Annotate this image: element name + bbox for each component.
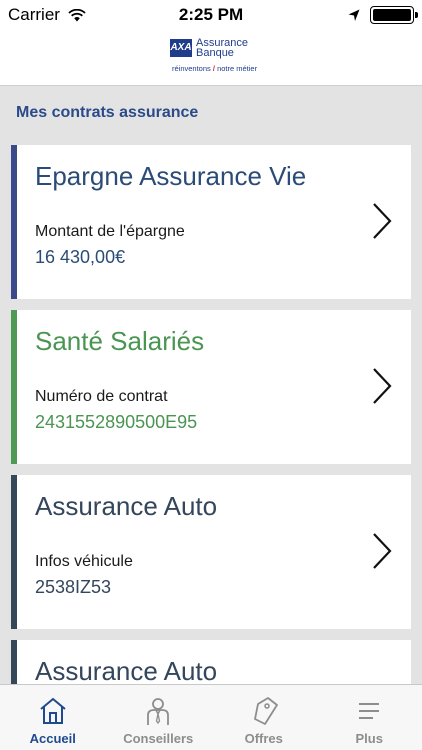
advisor-icon	[147, 698, 170, 725]
tab-label: Accueil	[29, 731, 76, 746]
contract-title: Assurance Auto	[35, 491, 218, 521]
logo-tagline: réinventons / notre métier	[172, 64, 258, 73]
chevron-right-icon[interactable]	[371, 366, 393, 406]
tag-icon	[253, 697, 278, 725]
app-header: AXA Assurance Banque réinventons / notre…	[0, 30, 422, 86]
contract-field-label: Montant de l'épargne	[35, 223, 185, 240]
chevron-right-icon[interactable]	[371, 201, 393, 241]
axa-logo-mark: AXA	[170, 39, 192, 57]
contract-field-label: Numéro de contrat	[35, 388, 168, 405]
contract-card-auto[interactable]: Assurance Auto Infos véhicule 2538IZ53	[11, 475, 411, 629]
tab-label: Conseillers	[123, 731, 194, 746]
location-arrow-icon	[348, 9, 360, 21]
contract-card-sante[interactable]: Santé Salariés Numéro de contrat 2431552…	[11, 310, 411, 464]
contract-field-value: 2538IZ53	[35, 577, 112, 597]
home-icon	[40, 697, 66, 724]
contract-field-value: 2431552890500E95	[35, 412, 198, 432]
contract-title: Epargne Assurance Vie	[35, 161, 307, 191]
tab-conseillers[interactable]: Conseillers	[106, 685, 212, 750]
chevron-right-icon[interactable]	[371, 531, 393, 571]
tab-label: Offres	[244, 731, 283, 746]
contract-title: Santé Salariés	[35, 326, 205, 356]
tab-plus[interactable]: Plus	[317, 685, 422, 750]
contract-field-label: Infos véhicule	[35, 553, 133, 570]
section-title: Mes contrats assurance	[16, 104, 199, 121]
tab-offres[interactable]: Offres	[211, 685, 317, 750]
logo-text-banque: Banque	[196, 47, 234, 59]
menu-icon	[359, 703, 380, 719]
contracts-list: Epargne Assurance Vie Montant de l'éparg…	[11, 145, 411, 690]
contract-card-auto-2[interactable]: Assurance Auto	[11, 640, 411, 690]
contract-card-epargne[interactable]: Epargne Assurance Vie Montant de l'éparg…	[11, 145, 411, 299]
contract-field-value: 16 430,00€	[35, 247, 126, 267]
tab-bar: Accueil Conseillers Offres Plus	[0, 684, 422, 750]
contract-title: Assurance Auto	[35, 656, 218, 686]
battery-icon	[370, 6, 418, 24]
tab-accueil[interactable]: Accueil	[0, 685, 106, 750]
axa-banque-logo: AXA Assurance Banque réinventons / notre…	[170, 38, 258, 78]
tab-label: Plus	[355, 731, 383, 746]
status-bar: Carrier 2:25 PM	[0, 0, 422, 30]
